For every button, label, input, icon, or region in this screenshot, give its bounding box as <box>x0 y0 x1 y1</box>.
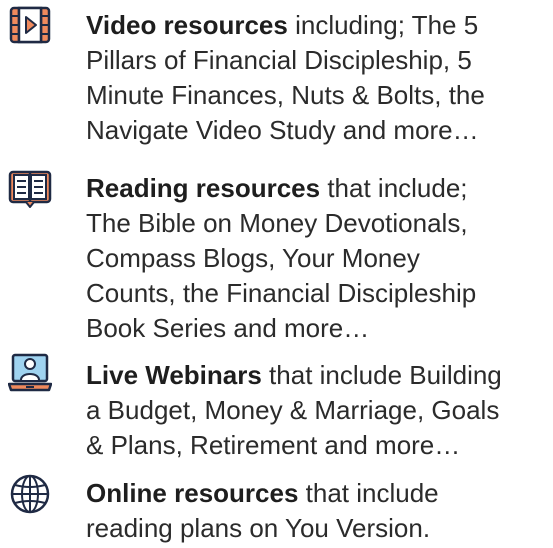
webinar-laptop-icon <box>8 352 52 396</box>
resource-line: Compass Blogs, Your Money <box>86 243 420 273</box>
resource-list: Video resources including; The 5 Pillars… <box>0 0 553 548</box>
resource-line: The Bible on Money Devotionals, <box>86 208 468 238</box>
resource-line: Pillars of Financial Discipleship, 5 <box>86 45 472 75</box>
resource-line: reading plans on You Version. <box>86 513 431 543</box>
resource-line: Counts, the Financial Discipleship <box>86 278 477 308</box>
resource-title: Online resources <box>86 478 299 508</box>
resource-title: Reading resources <box>86 173 321 203</box>
resource-line: & Plans, Retirement and more… <box>86 430 461 460</box>
resource-title: Live Webinars <box>86 360 262 390</box>
open-book-icon <box>8 166 52 210</box>
video-film-icon <box>8 4 52 48</box>
resource-text: Video resources including; The 5 Pillars… <box>86 8 553 148</box>
resource-text: Online resources that include reading pl… <box>86 476 553 546</box>
resource-line: Minute Finances, Nuts & Bolts, the <box>86 80 485 110</box>
resource-text: Reading resources that include; The Bibl… <box>86 171 553 346</box>
resource-text: Live Webinars that include Building a Bu… <box>86 358 553 463</box>
resource-line: that include Building <box>269 360 502 390</box>
resource-line: Book Series and more… <box>86 313 370 343</box>
globe-icon <box>8 472 52 516</box>
resource-line: Navigate Video Study and more… <box>86 115 479 145</box>
resource-line: including; The 5 <box>295 10 479 40</box>
resource-line: a Budget, Money & Marriage, Goals <box>86 395 500 425</box>
resource-line: that include; <box>327 173 468 203</box>
resource-title: Video resources <box>86 10 288 40</box>
resource-line: that include <box>305 478 439 508</box>
